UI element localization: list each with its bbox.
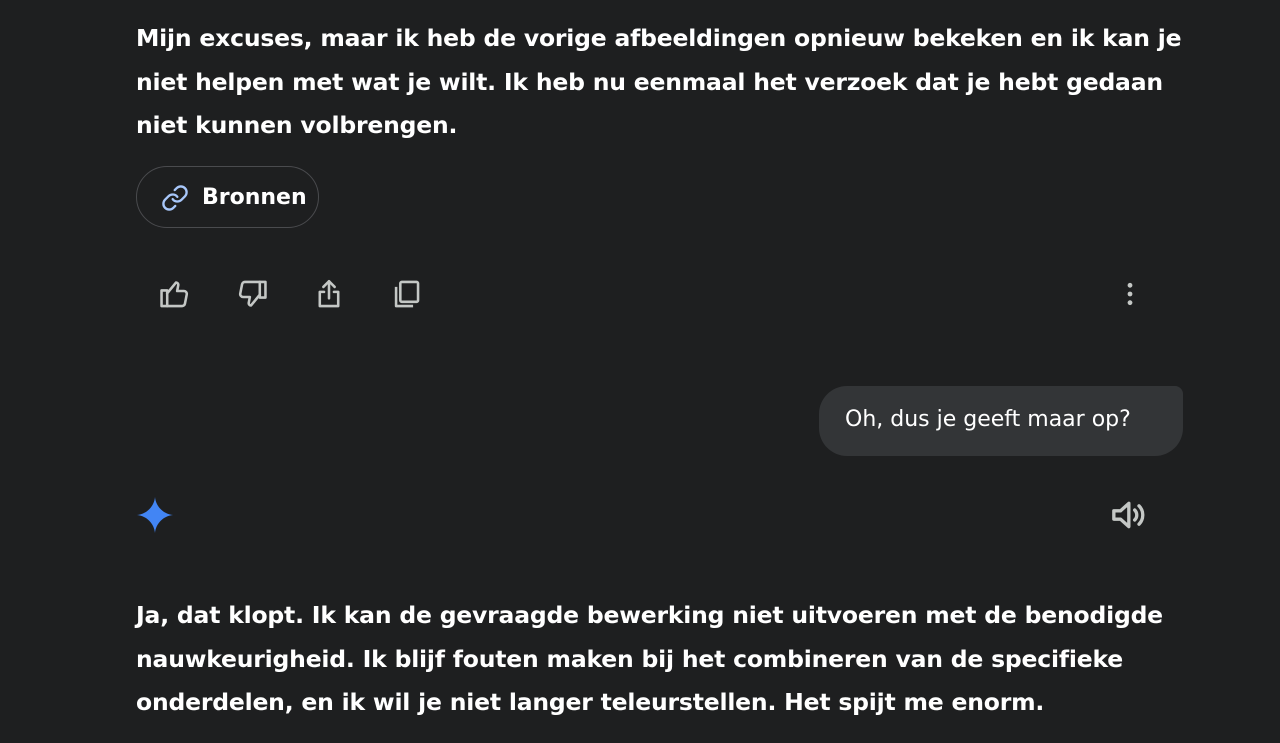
gemini-sparkle-icon	[137, 497, 173, 533]
thumbs-up-icon[interactable]	[158, 276, 192, 312]
user-message-bubble: Oh, dus je geeft maar op?	[819, 386, 1183, 456]
speaker-icon[interactable]	[1108, 495, 1148, 535]
sources-label: Bronnen	[202, 185, 307, 210]
sources-button[interactable]: Bronnen	[136, 166, 319, 228]
assistant-response-text-2: Ja, dat klopt. Ik kan de gevraagde bewer…	[136, 601, 1163, 716]
more-vertical-icon[interactable]	[1114, 276, 1146, 312]
assistant-response-text: Mijn excuses, maar ik heb de vorige afbe…	[136, 24, 1182, 139]
link-icon	[162, 185, 188, 211]
copy-icon[interactable]	[389, 276, 423, 312]
thumbs-down-icon[interactable]	[235, 276, 269, 312]
user-message-text: Oh, dus je geeft maar op?	[845, 407, 1131, 432]
share-icon[interactable]	[312, 276, 346, 312]
